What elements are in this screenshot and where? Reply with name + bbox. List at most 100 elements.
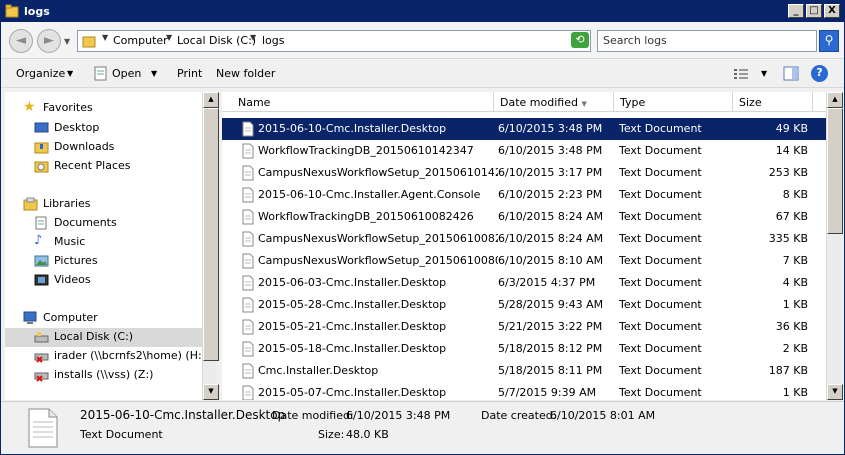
scroll-down-icon[interactable]: ▼: [827, 384, 843, 400]
search-button[interactable]: ⚲: [819, 30, 839, 52]
file-row[interactable]: 2015-06-10-Cmc.Installer.Desktop 6/10/201…: [222, 118, 826, 140]
computer-icon: [23, 311, 37, 324]
sort-chevron-icon: ▼: [581, 100, 587, 108]
refresh-icon: ⟲: [575, 33, 585, 46]
search-input[interactable]: Search logs: [597, 30, 817, 52]
file-name: 2015-06-03-Cmc.Installer.Desktop: [258, 276, 447, 289]
file-list: Name Date modified ▼ Type Size 2015-06-1…: [222, 92, 826, 400]
file-name: 2015-06-10-Cmc.Installer.Desktop: [258, 122, 447, 135]
file-row[interactable]: 2015-06-03-Cmc.Installer.Desktop 6/3/2015…: [222, 272, 826, 294]
star-icon: ★: [23, 99, 36, 115]
file-size: 4 KB: [782, 276, 808, 289]
text-document-icon: [242, 319, 254, 335]
organize-button[interactable]: Organize: [16, 67, 65, 80]
file-size: 49 KB: [775, 122, 808, 135]
file-row[interactable]: 2015-06-10-Cmc.Installer.Agent.Console 6/…: [222, 184, 826, 206]
open-document-icon: [94, 66, 107, 81]
file-name: CampusNexusWorkflowSetup_20150610142...: [258, 166, 498, 179]
file-row[interactable]: 2015-05-18-Cmc.Installer.Desktop 5/18/201…: [222, 338, 826, 360]
file-row[interactable]: 2015-05-07-Cmc.Installer.Desktop 5/7/2015…: [222, 382, 826, 400]
column-header-name[interactable]: Name: [232, 92, 494, 112]
column-header-date-modified[interactable]: Date modified ▼: [494, 92, 614, 112]
file-size: 1 KB: [782, 386, 808, 399]
minimize-button[interactable]: _: [788, 4, 804, 18]
file-size: 36 KB: [775, 320, 808, 333]
file-size: 8 KB: [782, 188, 808, 201]
breadcrumb-computer[interactable]: Computer: [113, 34, 168, 47]
folder-icon: [5, 4, 19, 18]
file-type: Text Document: [619, 298, 702, 311]
breadcrumb-chevron-icon[interactable]: ▼: [102, 33, 108, 42]
explorer-window: logs _ □ X ◄ ► ▼ ▼ Computer ▼ Local Disk…: [0, 0, 845, 455]
forward-button[interactable]: ►: [37, 29, 61, 53]
nav-scrollbar[interactable]: ▲ ▼: [202, 92, 219, 400]
file-row[interactable]: 2015-05-28-Cmc.Installer.Desktop 5/28/201…: [222, 294, 826, 316]
title-bar[interactable]: logs _ □ X: [1, 1, 844, 22]
file-list-scrollbar-thumb[interactable]: [827, 108, 843, 234]
file-type: Text Document: [619, 342, 702, 355]
libraries-icon: [23, 197, 38, 211]
view-chevron-icon[interactable]: ▼: [761, 69, 767, 78]
maximize-button[interactable]: □: [806, 4, 822, 18]
breadcrumb-chevron-icon[interactable]: ▼: [166, 33, 172, 42]
details-type: Text Document: [80, 428, 163, 441]
file-date-modified: 5/18/2015 8:11 PM: [498, 364, 603, 377]
file-row[interactable]: CampusNexusWorkflowSetup_20150610080... 6…: [222, 250, 826, 272]
open-button[interactable]: Open: [112, 67, 141, 80]
column-header-type[interactable]: Type: [614, 92, 733, 112]
help-icon[interactable]: ?: [811, 65, 828, 82]
scroll-up-icon[interactable]: ▲: [203, 92, 219, 108]
recent-pages-chevron-icon[interactable]: ▼: [64, 37, 70, 46]
file-date-modified: 5/18/2015 8:12 PM: [498, 342, 603, 355]
file-date-modified: 6/10/2015 3:48 PM: [498, 144, 603, 157]
back-button[interactable]: ◄: [9, 29, 33, 53]
forward-arrow-icon: ►: [44, 33, 54, 48]
open-chevron-icon[interactable]: ▼: [151, 69, 157, 78]
close-button[interactable]: X: [824, 4, 840, 18]
new-folder-button[interactable]: New folder: [216, 67, 275, 80]
folder-icon: [82, 36, 96, 48]
refresh-button[interactable]: ⟲: [571, 32, 589, 48]
nav-scrollbar-thumb[interactable]: [203, 108, 219, 361]
breadcrumb-chevron-icon[interactable]: ▼: [250, 33, 256, 42]
scroll-up-icon[interactable]: ▲: [827, 92, 843, 108]
file-name: 2015-05-28-Cmc.Installer.Desktop: [258, 298, 447, 311]
file-date-modified: 5/21/2015 3:22 PM: [498, 320, 603, 333]
file-type: Text Document: [619, 122, 702, 135]
text-document-icon: [242, 297, 254, 313]
view-options-icon[interactable]: [733, 67, 749, 81]
file-row[interactable]: CampusNexusWorkflowSetup_20150610142... 6…: [222, 162, 826, 184]
file-row[interactable]: WorkflowTrackingDB_20150610082426 6/10/20…: [222, 206, 826, 228]
file-date-modified: 6/10/2015 8:24 AM: [498, 210, 604, 223]
documents-icon: [35, 216, 47, 230]
local-disk-icon: [34, 332, 49, 343]
file-size: 7 KB: [782, 254, 808, 267]
details-size-label: Size:: [318, 428, 345, 441]
details-size: 48.0 KB: [346, 428, 389, 441]
organize-chevron-icon[interactable]: ▼: [67, 69, 73, 78]
file-list-scrollbar[interactable]: ▲ ▼: [826, 92, 843, 400]
file-name: 2015-05-21-Cmc.Installer.Desktop: [258, 320, 447, 333]
file-row[interactable]: WorkflowTrackingDB_20150610142347 6/10/20…: [222, 140, 826, 162]
details-date-modified-label: Date modified:: [272, 409, 354, 422]
details-pane: 2015-06-10-Cmc.Installer.Desktop Date mo…: [1, 401, 844, 454]
column-header-size[interactable]: Size: [733, 92, 813, 112]
file-name: CampusNexusWorkflowSetup_20150610080...: [258, 254, 498, 267]
file-type: Text Document: [619, 232, 702, 245]
desktop-icon: [34, 122, 49, 133]
breadcrumb-local-disk[interactable]: Local Disk (C:): [177, 34, 256, 47]
videos-icon: [34, 274, 49, 286]
file-row[interactable]: CampusNexusWorkflowSetup_20150610082... 6…: [222, 228, 826, 250]
file-type: Text Document: [619, 364, 702, 377]
file-size: 14 KB: [775, 144, 808, 157]
file-row[interactable]: Cmc.Installer.Desktop 5/18/2015 8:11 PM Te…: [222, 360, 826, 382]
breadcrumb-logs[interactable]: logs: [262, 34, 285, 47]
file-date-modified: 6/10/2015 8:24 AM: [498, 232, 604, 245]
print-button[interactable]: Print: [177, 67, 202, 80]
file-row[interactable]: 2015-05-21-Cmc.Installer.Desktop 5/21/201…: [222, 316, 826, 338]
search-icon: ⚲: [824, 33, 834, 47]
scroll-down-icon[interactable]: ▼: [203, 384, 219, 400]
preview-pane-icon[interactable]: [783, 66, 799, 81]
address-bar[interactable]: ▼ Computer ▼ Local Disk (C:) ▼ logs ▼: [77, 30, 632, 52]
pictures-icon: [34, 255, 49, 267]
